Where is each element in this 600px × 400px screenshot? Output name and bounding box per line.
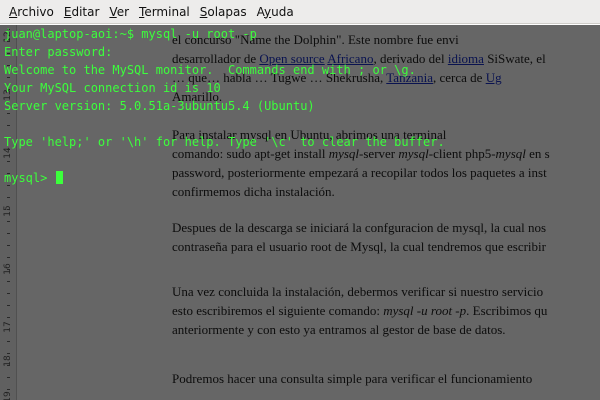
menu-solapas[interactable]: Solapas (195, 0, 252, 24)
terminal-line: Type 'help;' or '\h' for help. Type '\c'… (4, 135, 445, 149)
text-cursor (55, 171, 63, 184)
terminal-line: juan@laptop-aoi:~$ mysql -u root -p (4, 27, 257, 41)
menu-bar: Archivo Editar Ver Terminal Solapas Ayud… (0, 0, 600, 24)
terminal-line: Welcome to the MySQL monitor. Commands e… (4, 63, 416, 77)
terminal-line: Enter password: (4, 45, 113, 59)
menu-terminal[interactable]: Terminal (134, 0, 195, 24)
menu-ayuda[interactable]: Ayuda (252, 0, 299, 24)
terminal-line: Your MySQL connection id is 10 (4, 81, 221, 95)
terminal-line: Server version: 5.0.51a-3ubuntu5.4 (Ubun… (4, 99, 315, 113)
terminal-output[interactable]: juan@laptop-aoi:~$ mysql -u root -p Enter… (0, 25, 600, 400)
menu-archivo[interactable]: Archivo (4, 0, 59, 24)
menu-ver[interactable]: Ver (104, 0, 134, 24)
terminal-window: Archivo Editar Ver Terminal Solapas Ayud… (0, 0, 600, 400)
mysql-prompt: mysql> (4, 169, 63, 187)
menu-editar[interactable]: Editar (59, 0, 105, 24)
